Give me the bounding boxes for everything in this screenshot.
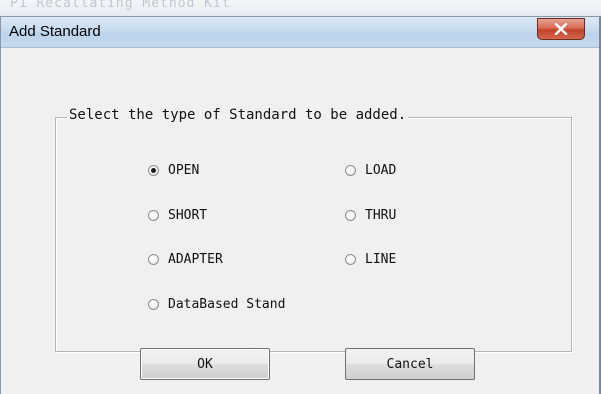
radio-thru-label: THRU [365, 208, 397, 223]
radio-thru-indicator [345, 210, 356, 221]
radio-open[interactable]: OPEN [148, 163, 199, 178]
dialog-title-bar[interactable]: Add Standard [1, 17, 599, 48]
radio-databased-stand[interactable]: DataBased Stand [148, 297, 285, 312]
radio-load-indicator [345, 165, 356, 176]
radio-thru[interactable]: THRU [345, 208, 396, 223]
radio-databased-stand-label: DataBased Stand [168, 297, 286, 312]
standard-type-group-label: Select the type of Standard to be added. [67, 107, 409, 123]
ok-button[interactable]: OK [140, 348, 270, 380]
dialog-title: Add Standard [9, 23, 101, 40]
close-button[interactable] [537, 18, 585, 40]
dialog-client-area: Select the type of Standard to be added.… [1, 48, 599, 394]
add-standard-dialog: Add Standard Select the type of Standard… [0, 16, 601, 394]
radio-short-label: SHORT [168, 208, 208, 223]
radio-adapter[interactable]: ADAPTER [148, 252, 223, 267]
radio-load[interactable]: LOAD [345, 163, 396, 178]
radio-adapter-label: ADAPTER [168, 252, 223, 267]
background-window-text: P1 Recallating Method Kit [10, 0, 231, 11]
standard-type-group [55, 117, 572, 352]
radio-short-indicator [148, 210, 159, 221]
radio-open-label: OPEN [168, 163, 200, 178]
radio-load-label: LOAD [365, 163, 397, 178]
cancel-button[interactable]: Cancel [345, 348, 475, 380]
radio-line-label: LINE [365, 252, 397, 267]
close-x-icon [554, 23, 568, 35]
radio-line-indicator [345, 254, 356, 265]
radio-short[interactable]: SHORT [148, 208, 207, 223]
radio-line[interactable]: LINE [345, 252, 396, 267]
radio-open-indicator [148, 165, 159, 176]
radio-adapter-indicator [148, 254, 159, 265]
radio-databased-stand-indicator [148, 299, 159, 310]
